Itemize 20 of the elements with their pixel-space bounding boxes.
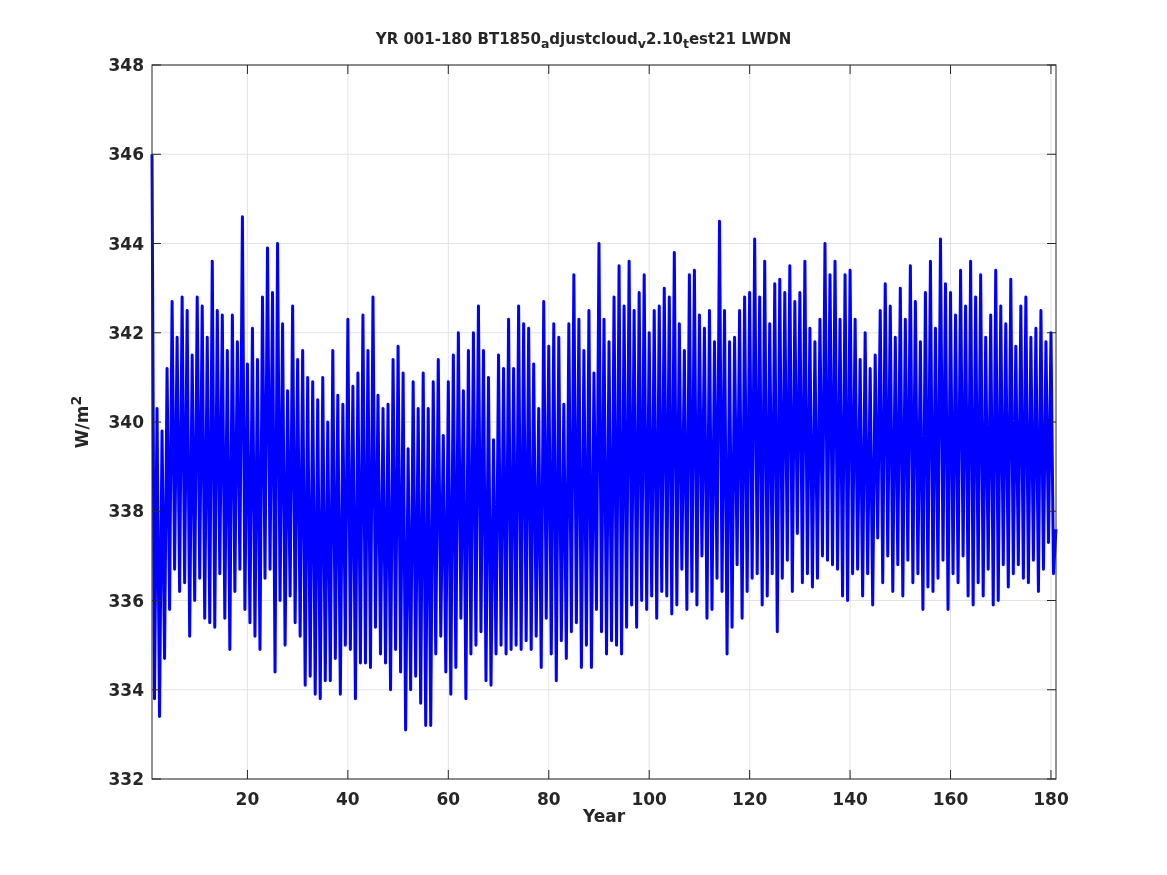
x-tick-label: 140	[832, 789, 868, 809]
y-tick-label: 344	[108, 233, 144, 254]
x-tick-label: 180	[1033, 789, 1069, 809]
y-tick-label: 348	[108, 55, 144, 75]
x-tick-label: 80	[536, 789, 561, 809]
x-axis-label: Year	[582, 806, 626, 826]
chart-title: YR 001-180 BT1850$_{a}$djustcloud$_{v}$2.10$_{t}$est21 LWDN	[375, 30, 792, 51]
x-tick-label: 100	[631, 789, 667, 809]
y-tick-label: 332	[108, 769, 144, 789]
y-tick-label: 338	[108, 501, 144, 522]
x-tick-label: 60	[436, 789, 461, 809]
y-tick-label: 342	[108, 322, 144, 343]
x-tick-label: 120	[731, 789, 768, 809]
y-tick-label: 336	[108, 590, 144, 611]
y-tick-label: 334	[108, 679, 144, 700]
x-tick-label: 20	[235, 789, 260, 809]
x-tick-label: 40	[336, 789, 360, 809]
y-tick-label: 346	[108, 144, 144, 165]
y-tick-label: 340	[108, 412, 144, 432]
x-tick-label: 160	[932, 789, 969, 809]
